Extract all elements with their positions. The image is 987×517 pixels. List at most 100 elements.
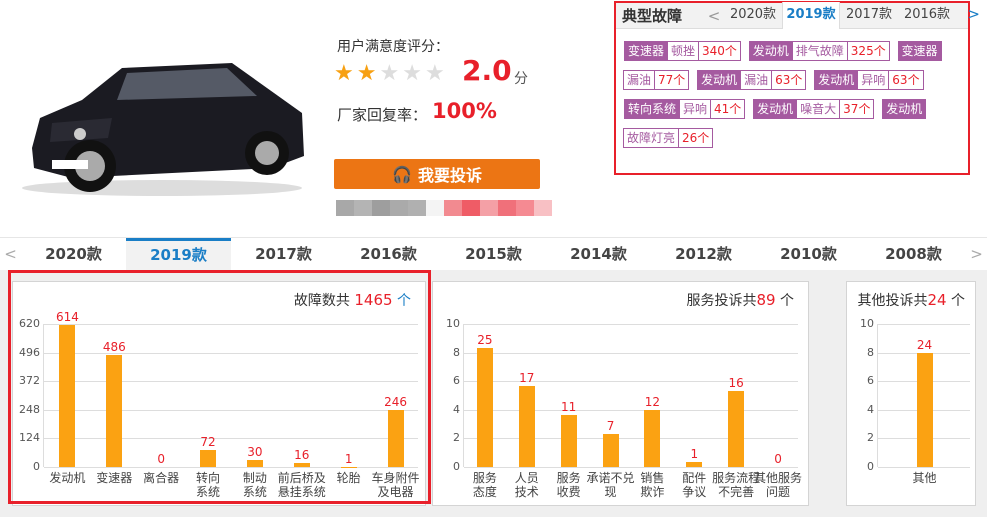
year-tab[interactable]: 2017款 [231, 238, 336, 271]
star-filled-icon: ★ [356, 61, 377, 86]
data-label: 16 [728, 375, 744, 390]
reply-rate-label: 厂家回复率： [337, 106, 428, 124]
fault-tag-count: 77个 [654, 70, 690, 90]
year-tab[interactable]: 2020款 [21, 238, 126, 271]
bar[interactable] [728, 390, 745, 467]
data-label: 11 [561, 399, 577, 414]
fault-tag-category: 变速器 [624, 41, 669, 61]
fault-tag-count: 63个 [771, 70, 807, 90]
fault-tag-issue: 噪音大 [796, 99, 841, 119]
year-tab[interactable]: 2016款 [336, 238, 441, 271]
y-tick-label: 10 [446, 317, 460, 330]
x-tick-label: 其他服务 问题 [754, 471, 803, 499]
fault-year-tab[interactable]: 2017款 [840, 2, 898, 28]
fault-tag-count: 26个 [678, 128, 714, 148]
star-rating: ★ ★ ★ ★ ★ [334, 62, 445, 86]
year-tab[interactable]: 2015款 [441, 238, 546, 271]
fault-tag-category: 变速器 [897, 41, 942, 61]
data-label: 17 [519, 370, 535, 385]
bar[interactable] [518, 385, 535, 467]
fault-tag-category: 转向系统 [624, 99, 681, 119]
fault-year-tab[interactable]: 2019款 [782, 2, 840, 29]
bar[interactable] [476, 347, 493, 467]
service-complaint-panel: 服务投诉共89 个 0 2 4 6 8 10 25 服务 态度 17 人员 技术 11 服务 收费 7 承… [432, 281, 809, 506]
y-tick-label: 8 [867, 345, 874, 359]
fault-tag[interactable]: 发动机 噪音大 37个 [753, 99, 875, 119]
car-image [22, 63, 304, 196]
year-tab[interactable]: 2012款 [651, 238, 756, 271]
complain-button[interactable]: 🎧 我要投诉 [334, 159, 540, 189]
fault-tag-issue: 故障灯亮 [623, 128, 680, 148]
typical-faults-panel: 典型故障 < 2020款 2019款 2017款 2016款 > 变速器 顿挫 340个 … [614, 1, 980, 175]
y-tick-label: 8 [453, 345, 460, 359]
other-total: 其他投诉共24 个 [857, 291, 965, 309]
fault-year-tab[interactable]: 2020款 [724, 2, 782, 28]
gridline [464, 438, 798, 440]
fault-tag[interactable]: 发动机 漏油 63个 [697, 70, 807, 90]
rating-score: 2.0 [462, 54, 512, 87]
fault-tag-category: 发动机 [882, 99, 927, 119]
year-tab[interactable]: 2008款 [861, 238, 966, 271]
typical-faults-title: 典型故障 [622, 7, 683, 25]
fault-tag-issue: 异响 [857, 70, 890, 90]
fault-tag-count: 63个 [888, 70, 924, 90]
y-tick-label: 2 [453, 431, 460, 445]
y-tick-label: 4 [453, 402, 460, 416]
fault-tag-count: 340个 [698, 41, 741, 61]
fault-tag-category: 发动机 [697, 70, 742, 90]
fault-year-tab[interactable]: 2016款 [898, 2, 956, 28]
data-label: 0 [774, 452, 782, 466]
fault-tag[interactable]: 变速器 顿挫 340个 [624, 41, 741, 61]
fault-tag-category: 发动机 [753, 99, 798, 119]
bar[interactable] [644, 409, 661, 467]
data-label: 7 [606, 418, 615, 433]
gridline [464, 324, 798, 325]
star-empty-icon: ★ [402, 61, 422, 86]
fault-tag-count: 325个 [846, 41, 890, 61]
service-total: 服务投诉共89 个 [686, 291, 794, 309]
blurred-text [336, 200, 552, 216]
reply-rate-value: 100% [432, 99, 497, 123]
fault-tag[interactable]: 发动机 异响 63个 [814, 70, 924, 90]
fault-tag-category: 发动机 [814, 70, 859, 90]
year-next-icon[interactable]: > [966, 245, 987, 263]
year-tab[interactable]: 2010款 [756, 238, 861, 271]
year-prev-icon[interactable]: < [0, 245, 21, 263]
bar[interactable] [686, 462, 703, 467]
fault-tags: 变速器 顿挫 340个 发动机 排气故障 325个 变速器漏油 77个 发动机 漏油 63个 … [616, 29, 966, 169]
fault-tag[interactable]: 发动机 排气故障 325个 [748, 41, 890, 61]
complain-button-label: 我要投诉 [417, 166, 482, 185]
prev-arrow-icon[interactable]: < [704, 7, 724, 25]
data-label: 25 [477, 332, 493, 347]
gridline [464, 352, 798, 354]
gridline [878, 467, 970, 468]
y-tick-label: 2 [867, 431, 874, 445]
y-tick-label: 6 [453, 374, 460, 388]
data-label: 1 [690, 447, 699, 462]
y-tick-label: 0 [867, 460, 874, 473]
gridline [464, 467, 798, 468]
data-label: 24 [916, 337, 933, 352]
star-empty-icon: ★ [424, 61, 445, 86]
bar[interactable] [602, 433, 619, 467]
fault-tag-count: 41个 [710, 99, 746, 119]
year-tab[interactable]: 2014款 [546, 238, 651, 271]
gridline [464, 409, 798, 411]
fault-tag-issue: 漏油 [740, 70, 773, 90]
year-tab[interactable]: 2019款 [126, 237, 231, 271]
star-empty-icon: ★ [379, 61, 400, 86]
y-tick-label: 10 [860, 317, 874, 330]
fault-tag-issue: 排气故障 [791, 41, 848, 61]
fault-tag-count: 37个 [839, 99, 875, 119]
star-filled-icon: ★ [334, 61, 354, 86]
bar[interactable] [560, 414, 577, 467]
next-arrow-icon[interactable]: > [967, 5, 980, 23]
fault-tag[interactable]: 转向系统 异响 41个 [624, 99, 746, 119]
fault-tag-category: 发动机 [748, 41, 793, 61]
bar-chart: 0 2 4 6 8 10 25 服务 态度 17 人员 技术 11 服务 收费 7 承诺不兑 现 12 销售 … [446, 317, 802, 499]
highlight-box [8, 270, 431, 504]
bar-chart: 0 2 4 6 8 10 24 其他 [860, 317, 970, 485]
fault-tag-issue: 漏油 [623, 70, 656, 90]
bar[interactable] [916, 352, 933, 467]
x-tick-label: 其他 [912, 471, 937, 485]
